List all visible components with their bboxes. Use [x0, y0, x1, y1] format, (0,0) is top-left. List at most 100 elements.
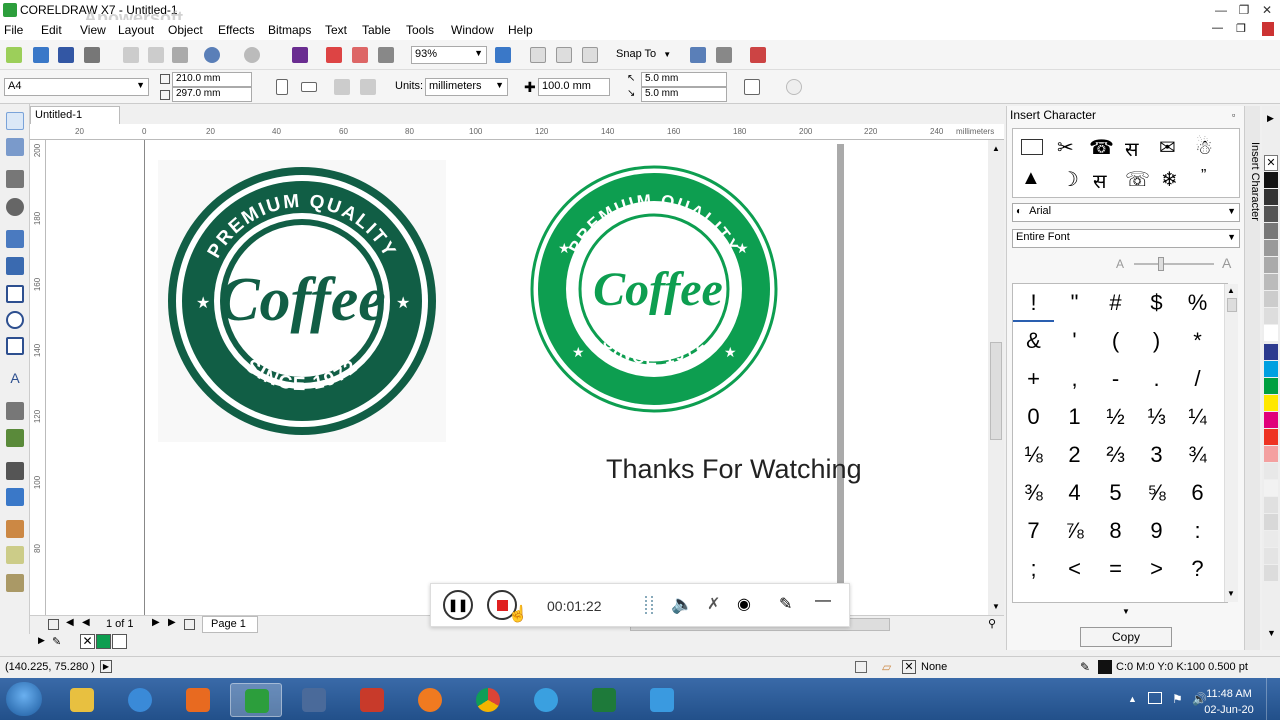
eyedropper-icon[interactable] — [6, 520, 24, 538]
publish-pdf-icon[interactable] — [378, 47, 394, 63]
glyph-cell[interactable]: 0 — [1013, 398, 1054, 436]
glyph-cell[interactable]: 2 — [1054, 436, 1095, 474]
color-swatch-gray[interactable] — [1264, 240, 1278, 256]
menu-table[interactable]: Table — [362, 23, 391, 37]
doc-close-icon[interactable] — [1262, 22, 1274, 36]
palette-scroll-up-icon[interactable]: ▶ — [1267, 113, 1274, 124]
taskbar-ie[interactable] — [114, 683, 166, 717]
snowflake-icon[interactable]: ❄ — [1161, 167, 1178, 192]
color-swatch-gray[interactable] — [1264, 257, 1278, 273]
envelope-icon[interactable] — [1021, 139, 1043, 155]
color-swatch-white[interactable] — [112, 634, 127, 649]
color-swatch-green[interactable] — [96, 634, 111, 649]
freehand-tool-icon[interactable] — [6, 230, 24, 248]
tray-up-arrow-icon[interactable]: ▲ — [1128, 694, 1137, 704]
snap-to-dropdown[interactable]: Snap To ▼ — [616, 48, 671, 60]
options-icon[interactable] — [690, 47, 706, 63]
taskbar-recorder[interactable] — [636, 683, 688, 717]
color-swatch-red[interactable] — [1264, 429, 1278, 445]
page-size-select[interactable]: A4 ▼ — [4, 78, 149, 96]
glyph-cell[interactable]: ⅝ — [1136, 474, 1177, 512]
taskbar-app9[interactable] — [520, 683, 572, 717]
quick-customize-icon[interactable] — [786, 79, 802, 95]
welcome-screen-icon[interactable] — [750, 47, 766, 63]
glyph-cell[interactable]: > — [1136, 550, 1177, 588]
first-page-icon[interactable]: ◀ — [66, 617, 74, 628]
vertical-ruler[interactable]: 200 180 160 140 120 100 80 — [30, 140, 46, 615]
taskbar-app5[interactable] — [288, 683, 340, 717]
color-swatch-pink[interactable] — [1264, 446, 1278, 462]
scrollbar-thumb[interactable] — [1227, 298, 1237, 312]
pause-button[interactable]: ❚❚ — [443, 590, 473, 620]
menu-effects[interactable]: Effects — [218, 23, 254, 37]
taskbar-coreldraw[interactable] — [230, 683, 282, 717]
docker-options-icon[interactable]: ▫ — [1232, 110, 1235, 120]
expand-docker-arrow-icon[interactable]: ▼ — [1122, 607, 1130, 616]
color-swatch-lightgray[interactable] — [1264, 565, 1278, 581]
glyph-cell[interactable]: . — [1136, 360, 1177, 398]
color-swatch-lightgray[interactable] — [1264, 514, 1278, 530]
coffee-logo-vector[interactable]: PREMIUM QUALITY SINCE 1972 ★ ★ ★ ★ Coffe… — [528, 165, 780, 413]
smart-fill-icon[interactable] — [6, 574, 24, 592]
page-height-input[interactable]: 297.0 mm — [172, 87, 252, 102]
taskbar-media[interactable] — [172, 683, 224, 717]
glyph-cell[interactable]: 8 — [1095, 512, 1136, 550]
start-button[interactable] — [6, 682, 42, 716]
text-tool-icon[interactable]: A — [6, 370, 24, 388]
ellipse-tool-icon[interactable] — [6, 311, 24, 329]
status-arrow-icon[interactable]: ▶ — [100, 660, 112, 673]
doc-restore-button[interactable]: ❐ — [1236, 22, 1246, 35]
crop-tool-icon[interactable] — [6, 170, 24, 188]
color-swatch-magenta[interactable] — [1264, 412, 1278, 428]
glyph-cell[interactable]: ⅓ — [1136, 398, 1177, 436]
polygon-tool-icon[interactable] — [6, 337, 24, 355]
color-swatch-gray[interactable] — [1264, 308, 1278, 324]
annotate-pen-icon[interactable]: ✎ — [779, 594, 792, 614]
copy-button[interactable]: Copy — [1080, 627, 1172, 647]
duplicate-y-input[interactable]: 5.0 mm — [641, 87, 727, 102]
taskbar-chrome[interactable] — [462, 683, 514, 717]
font-select[interactable]: ◐ Arial ▼ — [1012, 203, 1240, 222]
menu-tools[interactable]: Tools — [406, 23, 434, 37]
glyph-cell[interactable]: * — [1177, 322, 1218, 360]
pick-tool-icon[interactable] — [6, 112, 24, 130]
clock-date[interactable]: 02-Jun-20 — [1200, 704, 1258, 716]
glyph-cell[interactable]: 7 — [1013, 512, 1054, 550]
artistic-media-icon[interactable] — [6, 257, 24, 275]
menu-file[interactable]: File — [4, 23, 23, 37]
taskbar-firefox[interactable] — [404, 683, 456, 717]
glyph-cell[interactable]: $ — [1136, 284, 1177, 322]
glyph-cell[interactable]: 4 — [1054, 474, 1095, 512]
menu-view[interactable]: View — [80, 23, 106, 37]
no-color-swatch[interactable]: ✕ — [80, 634, 95, 649]
menu-bitmaps[interactable]: Bitmaps — [268, 23, 311, 37]
mail-icon[interactable]: ✉ — [1159, 135, 1176, 160]
all-pages-icon[interactable] — [334, 79, 350, 95]
character-range-select[interactable]: Entire Font ▼ — [1012, 229, 1240, 248]
color-swatch-gray[interactable] — [1264, 274, 1278, 290]
document-tab[interactable]: Untitled-1 — [30, 106, 120, 124]
quote-icon[interactable]: ” — [1201, 167, 1206, 185]
glyph-cell[interactable]: " — [1054, 284, 1095, 322]
color-swatch-lightgray[interactable] — [1264, 463, 1278, 479]
color-swatch-cyan[interactable] — [1264, 361, 1278, 377]
treat-as-filled-icon[interactable] — [744, 79, 760, 95]
glyph-cell[interactable]: # — [1095, 284, 1136, 322]
menu-object[interactable]: Object — [168, 23, 203, 37]
zoom-in-icon[interactable]: A — [1222, 255, 1231, 271]
glyph-cell[interactable]: 6 — [1177, 474, 1218, 512]
caption-text[interactable]: Thanks For Watching — [606, 454, 862, 485]
docker-side-tab[interactable]: Insert Character — [1244, 106, 1261, 650]
color-proof-icon[interactable] — [855, 661, 867, 673]
minimize-button[interactable]: — — [1210, 2, 1232, 18]
color-swatch-gray[interactable] — [1264, 291, 1278, 307]
application-launcher-icon[interactable] — [716, 47, 732, 63]
scroll-down-arrow-icon[interactable]: ▼ — [1227, 589, 1235, 598]
color-swatch-lightgray[interactable] — [1264, 531, 1278, 547]
glyph-cell[interactable]: : — [1177, 512, 1218, 550]
taskbar-explorer[interactable] — [56, 683, 108, 717]
color-swatch-gray[interactable] — [1264, 223, 1278, 239]
glyph-icon[interactable]: स — [1125, 135, 1139, 162]
search-content-icon[interactable] — [292, 47, 308, 63]
zoom-level-select[interactable]: 93% ▼ — [411, 46, 487, 64]
